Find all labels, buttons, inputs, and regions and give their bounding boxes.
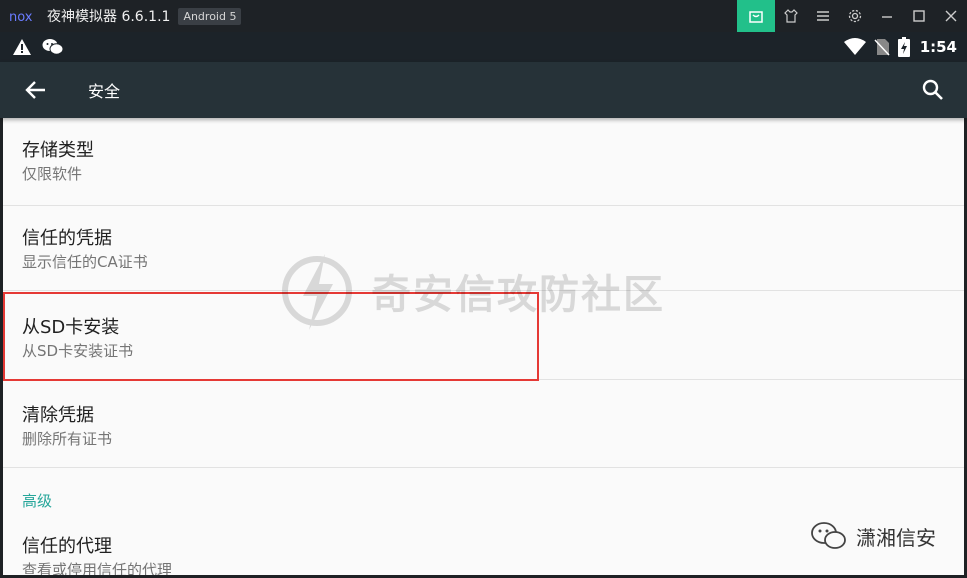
pref-summary: 删除所有证书 <box>22 430 113 448</box>
svg-text:nox: nox <box>9 10 33 23</box>
pref-title: 从SD卡安装 <box>22 317 120 338</box>
app-toolbar: 安全 <box>0 62 967 118</box>
wifi-icon <box>843 38 866 55</box>
emulator-title-bar: nox 夜神模拟器 6.6.1.1 Android 5 <box>0 0 967 32</box>
no-sim-icon <box>874 39 890 56</box>
pref-title: 存储类型 <box>22 140 94 161</box>
pref-title: 清除凭据 <box>22 405 94 426</box>
wechat-icon <box>42 39 64 55</box>
back-button[interactable] <box>18 72 54 108</box>
emulator-title: 夜神模拟器 6.6.1.1 <box>47 9 171 25</box>
pref-trusted-credentials[interactable]: 信任的凭据 显示信任的CA证书 <box>3 203 964 291</box>
skin-button[interactable] <box>775 0 807 32</box>
pref-summary: 从SD卡安装证书 <box>22 342 134 360</box>
android-version-badge: Android 5 <box>178 7 242 25</box>
corner-watermark: 潇湘信安 <box>810 521 936 551</box>
nox-logo-icon: nox <box>9 10 33 23</box>
battery-charging-icon <box>897 37 910 57</box>
shop-button[interactable] <box>737 0 775 32</box>
pref-summary: 查看或停用信任的代理 <box>22 561 173 575</box>
corner-watermark-text: 潇湘信安 <box>856 525 936 550</box>
maximize-button[interactable] <box>903 0 935 32</box>
menu-icon <box>817 11 829 21</box>
pref-title: 信任的凭据 <box>22 228 112 249</box>
menu-button[interactable] <box>807 0 839 32</box>
status-time: 1:54 <box>919 38 957 56</box>
gear-icon <box>848 9 862 23</box>
category-advanced: 高级 <box>22 492 53 510</box>
shirt-icon <box>784 9 798 23</box>
wechat-icon <box>811 522 846 549</box>
minimize-button[interactable] <box>871 0 903 32</box>
pref-storage-type[interactable]: 存储类型 仅限软件 <box>3 118 964 206</box>
search-button[interactable] <box>915 72 951 108</box>
pref-install-from-sd[interactable]: 从SD卡安装 从SD卡安装证书 <box>3 292 964 380</box>
settings-button[interactable] <box>839 0 871 32</box>
android-status-bar: 1:54 <box>0 32 967 62</box>
close-icon <box>945 10 957 22</box>
arrow-left-icon <box>25 81 45 99</box>
pref-summary: 显示信任的CA证书 <box>22 253 148 271</box>
pref-clear-credentials[interactable]: 清除凭据 删除所有证书 <box>3 380 964 468</box>
settings-list: 存储类型 仅限软件 信任的凭据 显示信任的CA证书 从SD卡安装 从SD卡安装证… <box>3 118 964 575</box>
maximize-icon <box>913 10 925 22</box>
search-icon <box>922 79 943 100</box>
close-button[interactable] <box>935 0 967 32</box>
pref-title: 信任的代理 <box>22 536 112 557</box>
minimize-icon <box>882 16 892 18</box>
warning-icon <box>13 39 31 55</box>
pref-summary: 仅限软件 <box>22 165 83 183</box>
shop-icon <box>749 11 763 23</box>
page-title: 安全 <box>88 82 121 101</box>
